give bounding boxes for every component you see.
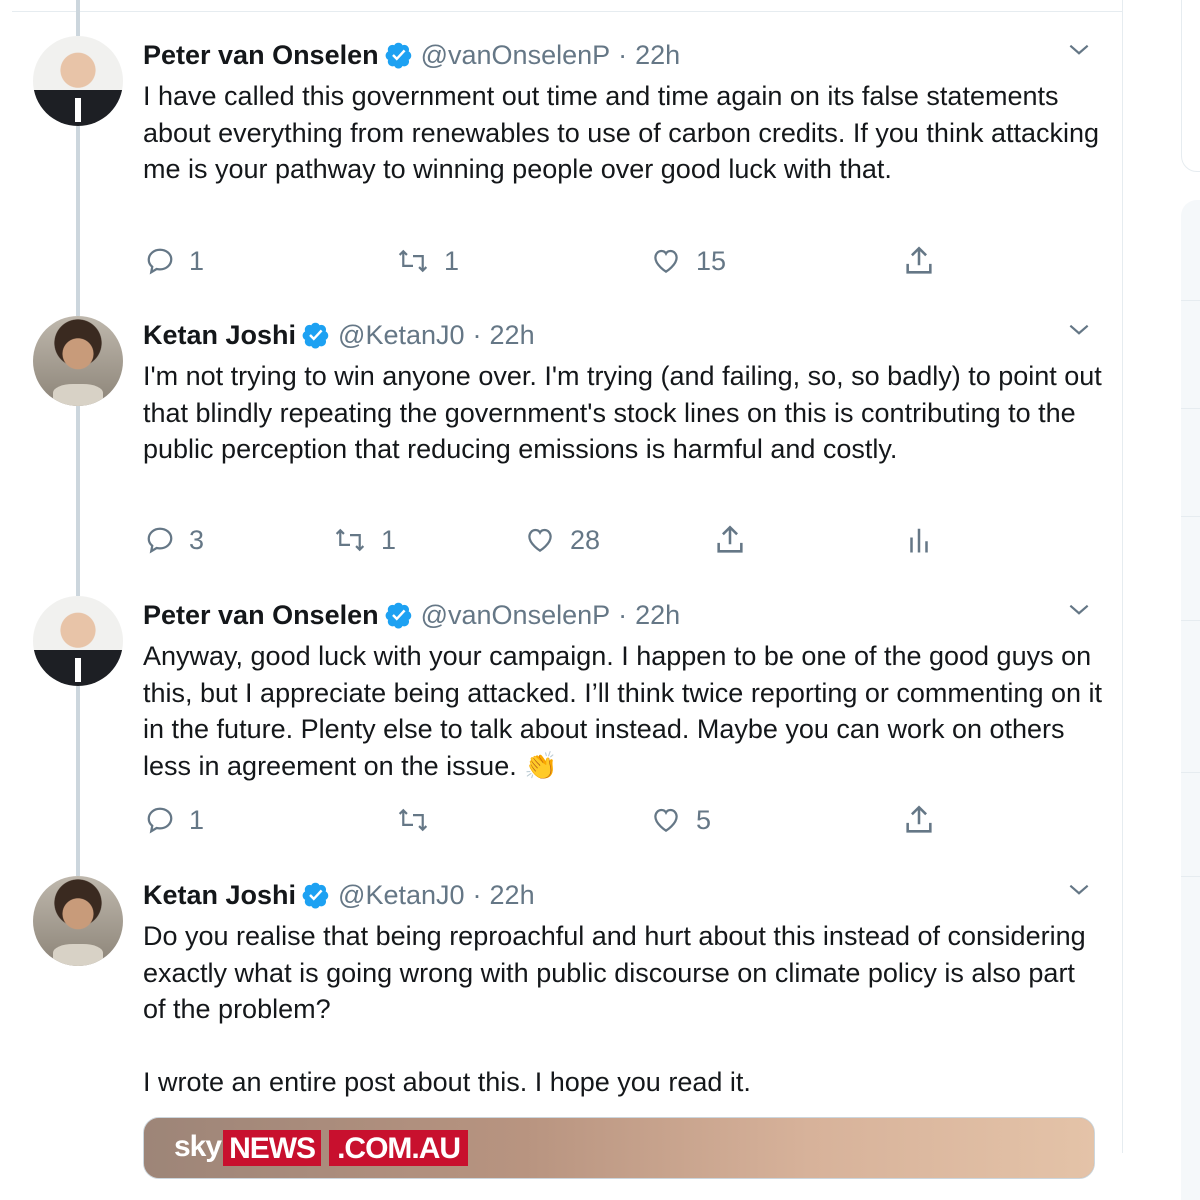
display-name[interactable]: Peter van Onselen: [143, 600, 379, 631]
avatar[interactable]: [33, 316, 123, 406]
timestamp[interactable]: 22h: [635, 40, 680, 71]
separator: ·: [472, 879, 482, 910]
share-button[interactable]: [713, 520, 747, 560]
display-name[interactable]: Peter van Onselen: [143, 40, 379, 71]
reply-count: 3: [189, 524, 205, 555]
handle[interactable]: @vanOnselenP: [421, 40, 611, 71]
heart-icon: [654, 249, 678, 273]
share-icon: [906, 805, 932, 833]
divider: [1181, 772, 1200, 773]
handle[interactable]: @KetanJ0: [338, 320, 464, 351]
tweet[interactable]: Peter van Onselen @vanOnselenP · 22h Any…: [0, 580, 1123, 860]
reply-button[interactable]: 3: [145, 520, 204, 560]
retweet-button[interactable]: 1: [333, 520, 396, 560]
tweet-header: Peter van Onselen @vanOnselenP · 22h: [143, 35, 680, 75]
sidebar-trends-panel: [1181, 200, 1200, 1200]
conversation-timeline: Peter van Onselen @vanOnselenP · 22h I h…: [0, 0, 1123, 1179]
timestamp[interactable]: 22h: [490, 320, 535, 351]
reply-count: 1: [189, 245, 205, 276]
verified-badge-icon: [385, 602, 411, 629]
heart-icon: [528, 528, 552, 552]
tweet[interactable]: Ketan Joshi @KetanJ0 · 22h Do you realis…: [0, 860, 1123, 1153]
divider: [1181, 876, 1200, 877]
tweet[interactable]: Ketan Joshi @KetanJ0 · 22h I'm not tryin…: [0, 300, 1123, 580]
share-button[interactable]: [902, 800, 936, 840]
separator: ·: [472, 319, 482, 350]
avatar[interactable]: [33, 876, 123, 966]
like-button[interactable]: 28: [524, 520, 600, 560]
like-button[interactable]: 5: [650, 800, 711, 840]
tweet-actions: 3 1 28: [0, 520, 1123, 560]
reply-icon: [147, 807, 173, 834]
retweet-count: 1: [381, 524, 397, 555]
share-button[interactable]: [902, 241, 936, 281]
link-preview-card[interactable]: sky NEWS .COM.AU: [143, 1117, 1095, 1179]
chevron-down-icon[interactable]: [1066, 877, 1092, 903]
verified-badge-icon: [302, 322, 329, 349]
divider: [1181, 516, 1200, 517]
like-count: 28: [570, 524, 601, 555]
tweet-header: Peter van Onselen @vanOnselenP · 22h: [143, 595, 680, 635]
retweet-icon: [398, 249, 428, 273]
like-count: 15: [696, 245, 727, 276]
reply-button[interactable]: 1: [145, 800, 204, 840]
separator: ·: [618, 39, 628, 70]
retweet-count: 1: [444, 245, 460, 276]
handle[interactable]: @KetanJ0: [338, 880, 464, 911]
like-count: 5: [696, 804, 712, 835]
verified-badge-icon: [302, 882, 329, 909]
retweet-icon: [335, 528, 365, 552]
divider: [1181, 300, 1200, 301]
tweet-actions: 1 1 15: [0, 241, 1123, 281]
heart-icon: [654, 808, 678, 832]
tweet-text: I'm not trying to win anyone over. I'm t…: [143, 361, 1102, 465]
verified-badge-icon: [385, 42, 411, 69]
sky-news-logo: sky NEWS .COM.AU: [174, 1130, 469, 1170]
chevron-down-icon[interactable]: [1066, 317, 1092, 343]
divider: [1181, 620, 1200, 621]
retweet-icon: [398, 808, 428, 832]
retweet-button[interactable]: 1: [396, 241, 459, 281]
tweet-header: Ketan Joshi @KetanJ0 · 22h: [143, 315, 535, 355]
chevron-down-icon[interactable]: [1066, 597, 1092, 623]
reply-count: 1: [189, 804, 205, 835]
avatar[interactable]: [33, 596, 123, 686]
tweet-text: Do you realise that being reproachful an…: [143, 921, 1086, 1098]
sky-logo-text: sky: [174, 1130, 222, 1163]
chevron-down-icon[interactable]: [1066, 37, 1092, 63]
tweet-text: I have called this government out time a…: [143, 81, 1100, 185]
news-logo-text: NEWS: [223, 1130, 322, 1166]
tweet[interactable]: Peter van Onselen @vanOnselenP · 22h I h…: [0, 0, 1123, 300]
analytics-button[interactable]: [906, 520, 932, 560]
tweet-actions: 1 5: [0, 800, 1123, 840]
tweet-header: Ketan Joshi @KetanJ0 · 22h: [143, 875, 535, 915]
domain-logo-text: .COM.AU: [329, 1130, 469, 1166]
separator: ·: [618, 599, 628, 630]
display-name[interactable]: Ketan Joshi: [143, 320, 296, 351]
analytics-icon: [910, 528, 928, 553]
timestamp[interactable]: 22h: [490, 880, 535, 911]
share-icon: [906, 246, 932, 274]
timestamp[interactable]: 22h: [635, 600, 680, 631]
tweet-text: Anyway, good luck with your campaign. I …: [143, 641, 1103, 781]
retweet-button[interactable]: [396, 800, 444, 840]
divider: [1181, 408, 1200, 409]
sidebar-card: [1181, 0, 1200, 172]
reply-icon: [147, 527, 173, 554]
reply-icon: [147, 248, 173, 275]
reply-button[interactable]: 1: [145, 241, 204, 281]
like-button[interactable]: 15: [650, 241, 726, 281]
right-sidebar: [1123, 0, 1200, 1200]
avatar[interactable]: [33, 36, 123, 126]
display-name[interactable]: Ketan Joshi: [143, 880, 296, 911]
handle[interactable]: @vanOnselenP: [421, 600, 611, 631]
share-icon: [717, 525, 743, 553]
